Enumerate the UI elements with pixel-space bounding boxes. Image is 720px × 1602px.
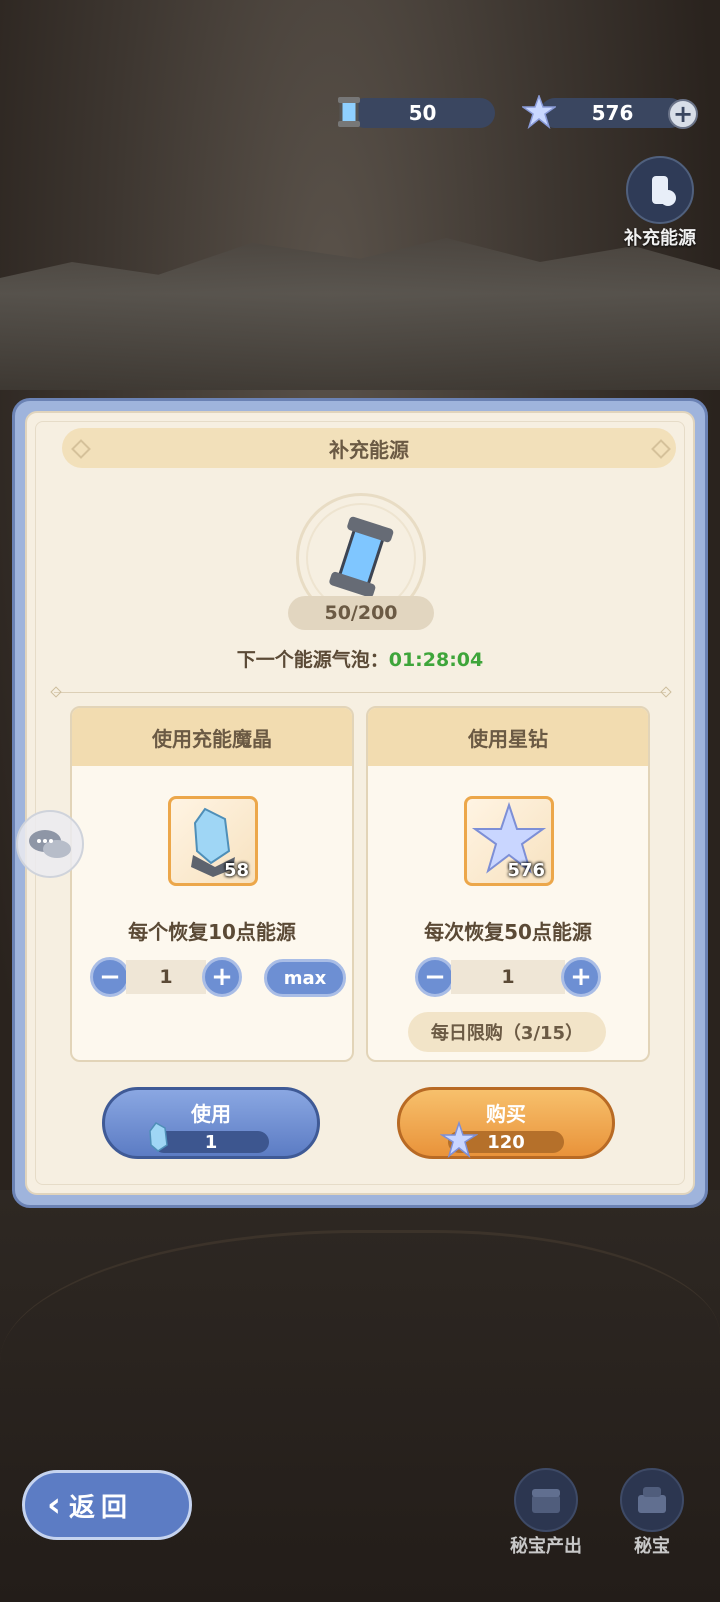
star-card-title: 使用星钻	[468, 726, 548, 751]
next-energy-timer: 01:28:04	[388, 649, 484, 671]
treasure-output-label: 秘宝产出	[510, 1536, 582, 1557]
next-energy-bubble-line: 下一个能源气泡：01:28:04	[0, 645, 720, 672]
star-card: 使用星钻 576 每次恢复50点能源 − 1 + 每日限购（3/15）	[366, 706, 650, 1062]
chat-bubbles-icon	[29, 830, 71, 858]
crystal-item-tile[interactable]: 58	[168, 796, 258, 886]
star-item-count: 576	[507, 860, 545, 881]
use-button-label: 使用	[191, 1102, 231, 1126]
crystal-qty-value[interactable]: 1	[126, 960, 206, 994]
star-card-header: 使用星钻	[368, 708, 648, 766]
energy-count-value: 50/200	[324, 602, 398, 624]
back-button-label: 返回	[69, 1492, 134, 1523]
crystal-card-desc: 每个恢复10点能源	[128, 920, 296, 944]
crystal-card-header: 使用充能魔晶	[72, 708, 352, 766]
map-river	[0, 1230, 720, 1493]
treasure-output-icon	[514, 1468, 578, 1532]
crystal-mini-icon	[149, 1122, 168, 1152]
treasure-button[interactable]: 秘宝	[620, 1468, 684, 1558]
star-currency-bar: 576	[540, 98, 685, 128]
crystal-card-title: 使用充能魔晶	[152, 726, 272, 751]
treasure-label: 秘宝	[634, 1536, 670, 1557]
refill-energy-icon	[626, 156, 694, 224]
back-arrow-icon: ‹	[47, 1485, 62, 1525]
crystal-decrease-button[interactable]: −	[90, 957, 130, 997]
refill-energy-label: 补充能源	[624, 228, 696, 249]
star-card-desc: 每次恢复50点能源	[424, 920, 592, 944]
energy-canister-icon	[332, 95, 366, 129]
add-star-button[interactable]: +	[668, 99, 698, 129]
crystal-card: 使用充能魔晶 58 每个恢复10点能源 − 1 + max	[70, 706, 354, 1062]
daily-limit-badge: 每日限购（3/15）	[408, 1012, 606, 1052]
crystal-max-button[interactable]: max	[264, 959, 346, 997]
buy-button[interactable]: 购买 120	[397, 1087, 615, 1159]
crystal-item-count: 58	[223, 860, 249, 881]
next-energy-label: 下一个能源气泡：	[236, 649, 389, 671]
star-qty-value[interactable]: 1	[451, 960, 565, 994]
refill-energy-side-button[interactable]: 补充能源	[624, 156, 696, 250]
buy-cost-value: 120	[487, 1131, 525, 1153]
treasure-chest-icon	[620, 1468, 684, 1532]
dialog-title-text: 补充能源	[329, 437, 409, 462]
star-currency-value: 576	[591, 101, 634, 125]
section-divider	[54, 692, 666, 693]
buy-button-label: 购买	[486, 1102, 526, 1126]
star-decrease-button[interactable]: −	[415, 957, 455, 997]
star-increase-button[interactable]: +	[561, 957, 601, 997]
use-cost-value: 1	[204, 1131, 218, 1153]
back-button[interactable]: ‹ 返回	[22, 1470, 192, 1540]
energy-currency-bar: 50	[350, 98, 495, 128]
energy-count-pill: 50/200	[288, 596, 434, 630]
star-diamond-icon	[522, 95, 556, 129]
crystal-qty-stepper: − 1 +	[90, 956, 242, 998]
use-cost-pill: 1	[149, 1122, 269, 1153]
energy-canister-large-icon	[326, 513, 396, 607]
chat-button[interactable]	[16, 810, 84, 878]
buy-cost-pill: 120	[440, 1121, 564, 1159]
star-item-tile[interactable]: 576	[464, 796, 554, 886]
crystal-increase-button[interactable]: +	[202, 957, 242, 997]
star-qty-stepper: − 1 +	[415, 956, 601, 998]
star-diamond-mini-icon	[440, 1121, 478, 1159]
treasure-output-button[interactable]: 秘宝产出	[510, 1468, 582, 1558]
dialog-title: 补充能源	[62, 428, 676, 468]
energy-currency-value: 50	[408, 101, 437, 125]
use-button[interactable]: 使用 1	[102, 1087, 320, 1159]
